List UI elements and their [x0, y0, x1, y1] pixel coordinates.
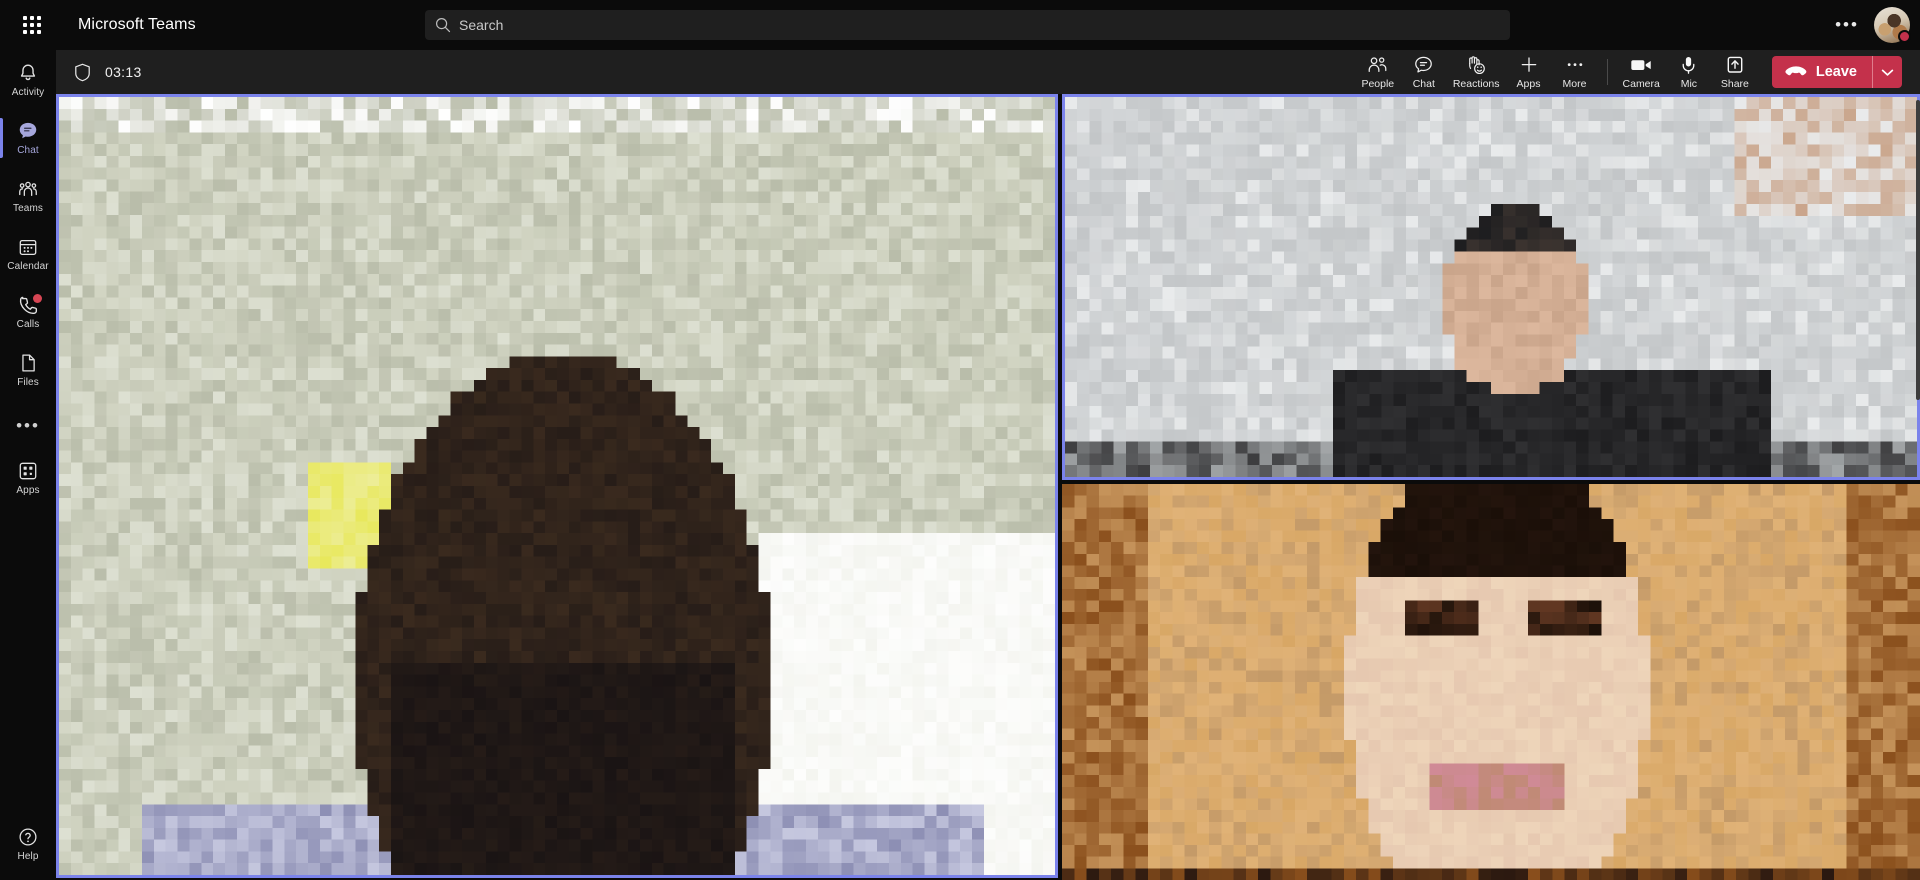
- sidebar-item-label: Chat: [17, 145, 39, 156]
- leave-label: Leave: [1815, 64, 1857, 80]
- title-bar: Microsoft Teams Search •••: [0, 0, 1920, 50]
- participant-video-main[interactable]: [56, 94, 1058, 878]
- sidebar-item-chat[interactable]: Chat: [0, 110, 56, 166]
- share-upload-icon: [1725, 55, 1745, 75]
- sidebar-item-label: Teams: [13, 203, 43, 214]
- meeting-toolbar: 03:13 People Chat Reactions Apps More Ca…: [56, 50, 1920, 94]
- teams-icon: [19, 181, 37, 197]
- participant-video-bottom-right[interactable]: [1062, 484, 1920, 880]
- app-launcher-icon[interactable]: [10, 3, 54, 47]
- hangup-icon: [1785, 66, 1807, 76]
- sidebar-item-label: Help: [17, 851, 39, 862]
- titlebar-more-options-button[interactable]: •••: [1834, 12, 1860, 38]
- tool-label: More: [1562, 77, 1587, 90]
- sidebar-item-label: Calls: [16, 319, 40, 330]
- search-bar[interactable]: Search: [425, 10, 1510, 40]
- left-navigation-rail: Activity Chat Teams Calendar Calls Files…: [0, 50, 56, 880]
- tool-label: Mic: [1680, 77, 1698, 90]
- reactions-hand-icon: [1464, 55, 1488, 75]
- reactions-button[interactable]: Reactions: [1447, 50, 1506, 94]
- sidebar-item-label: Activity: [11, 87, 45, 98]
- file-icon: [22, 354, 35, 372]
- sidebar-item-files[interactable]: Files: [0, 342, 56, 398]
- sidebar-more-apps-button[interactable]: •••: [0, 404, 56, 448]
- chat-bubble-icon: [1413, 55, 1434, 75]
- leave-button-main[interactable]: Leave: [1772, 56, 1872, 88]
- camera-icon: [1629, 55, 1654, 75]
- microphone-icon: [1679, 55, 1698, 75]
- video-feed: [1065, 97, 1917, 477]
- more-horizontal-icon: [1564, 55, 1586, 75]
- people-button[interactable]: People: [1355, 50, 1401, 94]
- calls-notification-badge: [33, 294, 42, 303]
- status-badge: [1898, 30, 1911, 43]
- help-circle-icon: [19, 828, 37, 846]
- people-icon: [1366, 55, 1389, 75]
- app-title: Microsoft Teams: [78, 16, 196, 33]
- sidebar-item-label: Apps: [16, 485, 40, 496]
- share-button[interactable]: Share: [1712, 50, 1758, 94]
- sidebar-item-calendar[interactable]: Calendar: [0, 226, 56, 282]
- camera-button[interactable]: Camera: [1617, 50, 1666, 94]
- sidebar-item-calls[interactable]: Calls: [0, 284, 56, 340]
- meeting-timer: 03:13: [105, 64, 142, 80]
- tool-label: Apps: [1516, 77, 1541, 90]
- chat-icon: [19, 122, 37, 139]
- leave-options-button[interactable]: [1873, 56, 1902, 88]
- stage-scrollbar[interactable]: [1916, 100, 1920, 400]
- chat-button[interactable]: Chat: [1401, 50, 1447, 94]
- apps-button[interactable]: Apps: [1506, 50, 1552, 94]
- tool-label: Chat: [1412, 77, 1435, 90]
- tool-label: Reactions: [1452, 77, 1500, 90]
- video-feed: [59, 97, 1055, 875]
- search-icon: [435, 17, 451, 33]
- shield-icon: [75, 63, 90, 81]
- chevron-down-icon: [1881, 69, 1894, 76]
- meeting-toolbar-actions: People Chat Reactions Apps More Camera M…: [1355, 50, 1920, 94]
- video-feed: [1062, 484, 1920, 880]
- avatar[interactable]: [1874, 7, 1911, 43]
- bell-icon: [20, 64, 36, 81]
- tool-label: Share: [1720, 77, 1749, 90]
- sidebar-item-activity[interactable]: Activity: [0, 52, 56, 108]
- apps-grid-icon: [19, 462, 37, 480]
- tool-label: People: [1361, 77, 1395, 90]
- search-placeholder: Search: [459, 17, 504, 33]
- sidebar-item-teams[interactable]: Teams: [0, 168, 56, 224]
- sidebar-item-label: Files: [17, 377, 39, 388]
- leave-button[interactable]: Leave: [1771, 56, 1902, 88]
- sidebar-item-apps[interactable]: Apps: [0, 450, 56, 506]
- microphone-button[interactable]: Mic: [1666, 50, 1712, 94]
- plus-icon: [1518, 55, 1540, 75]
- sidebar-item-help[interactable]: Help: [0, 816, 56, 872]
- video-stage: [56, 94, 1920, 880]
- sidebar-item-label: Calendar: [7, 261, 49, 272]
- toolbar-divider: [1606, 59, 1608, 85]
- calendar-icon: [19, 239, 37, 255]
- participant-video-top-right[interactable]: [1062, 94, 1920, 480]
- more-button[interactable]: More: [1552, 50, 1598, 94]
- tool-label: Camera: [1622, 77, 1660, 90]
